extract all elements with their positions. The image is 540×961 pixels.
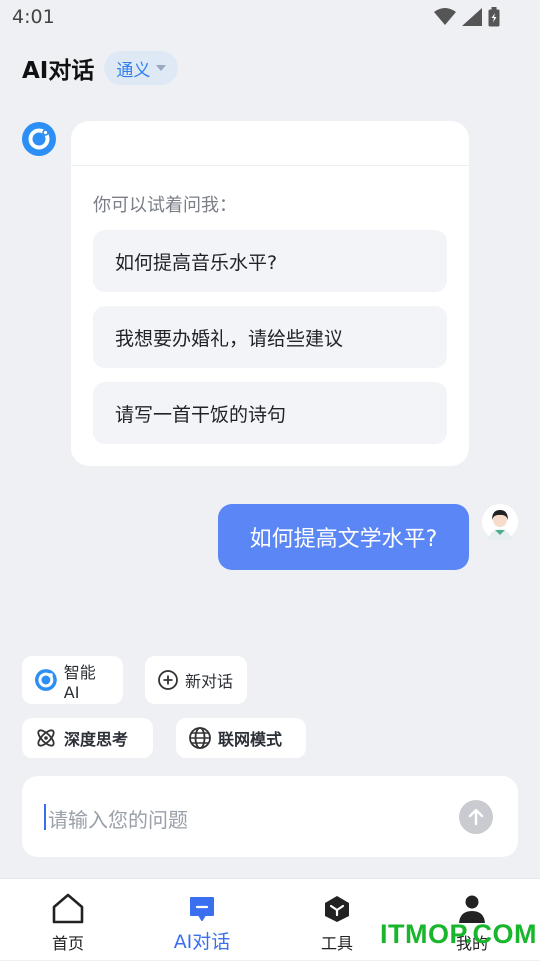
bot-avatar-icon [34,669,57,691]
question-input[interactable]: 请输入您的问题 [22,776,518,857]
bot-message-card: 你可以试着问我： 如何提高音乐水平? 我想要办婚礼，请给些建议 请写一首干饭的诗… [71,121,469,466]
suggestion-item[interactable]: 如何提高音乐水平? [93,230,447,292]
nav-tools-label: 工具 [320,934,353,953]
suggestion-item[interactable]: 请写一首干饭的诗句 [93,382,447,444]
send-arrow-icon [468,808,484,826]
suggestion-hint: 你可以试着问我： [93,195,237,216]
smart-ai-label: 智能AI [63,662,96,702]
new-chat-label: 新对话 [185,672,234,691]
page-title: AI对话 [22,58,95,84]
send-button[interactable] [459,800,493,834]
nav-home-label: 首页 [51,934,84,953]
card-divider [71,165,469,166]
battery-icon [488,7,500,27]
nav-home[interactable]: 首页 [18,879,118,961]
input-placeholder: 请输入您的问题 [48,808,188,832]
atom-icon [37,729,55,747]
status-bar: 4:01 [0,0,540,36]
smart-ai-button[interactable]: 智能AI [22,656,123,704]
text-caret [44,804,46,830]
user-message-bubble: 如何提高文学水平? [218,504,469,570]
tools-cube-icon [325,896,349,922]
chat-icon [190,897,214,921]
user-avatar-icon [482,504,518,540]
model-selector-label: 通义 [116,60,151,81]
web-mode-label: 联网模式 [218,730,283,749]
status-icons [434,7,500,27]
deep-think-label: 深度思考 [64,730,129,749]
model-selector[interactable]: 通义 [104,51,179,85]
wifi-icon [434,8,456,25]
home-icon [52,893,84,924]
suggestion-item[interactable]: 我想要办婚礼，请给些建议 [93,306,447,368]
bot-avatar-icon [22,122,56,156]
nav-ai-chat[interactable]: AI对话 [152,879,252,961]
new-chat-button[interactable]: 新对话 [145,656,247,704]
web-mode-toggle[interactable]: 联网模式 [176,718,306,758]
nav-tools[interactable]: 工具 [287,879,387,961]
chevron-down-icon [156,65,167,71]
header: AI对话 通义 [22,50,179,86]
signal-icon [462,8,482,26]
plus-circle-icon [158,670,178,690]
deep-think-toggle[interactable]: 深度思考 [22,718,153,758]
globe-icon [189,727,211,749]
status-time: 4:01 [12,6,55,28]
nav-ai-chat-label: AI对话 [173,931,231,953]
watermark: ITMOP.COM [380,919,538,949]
